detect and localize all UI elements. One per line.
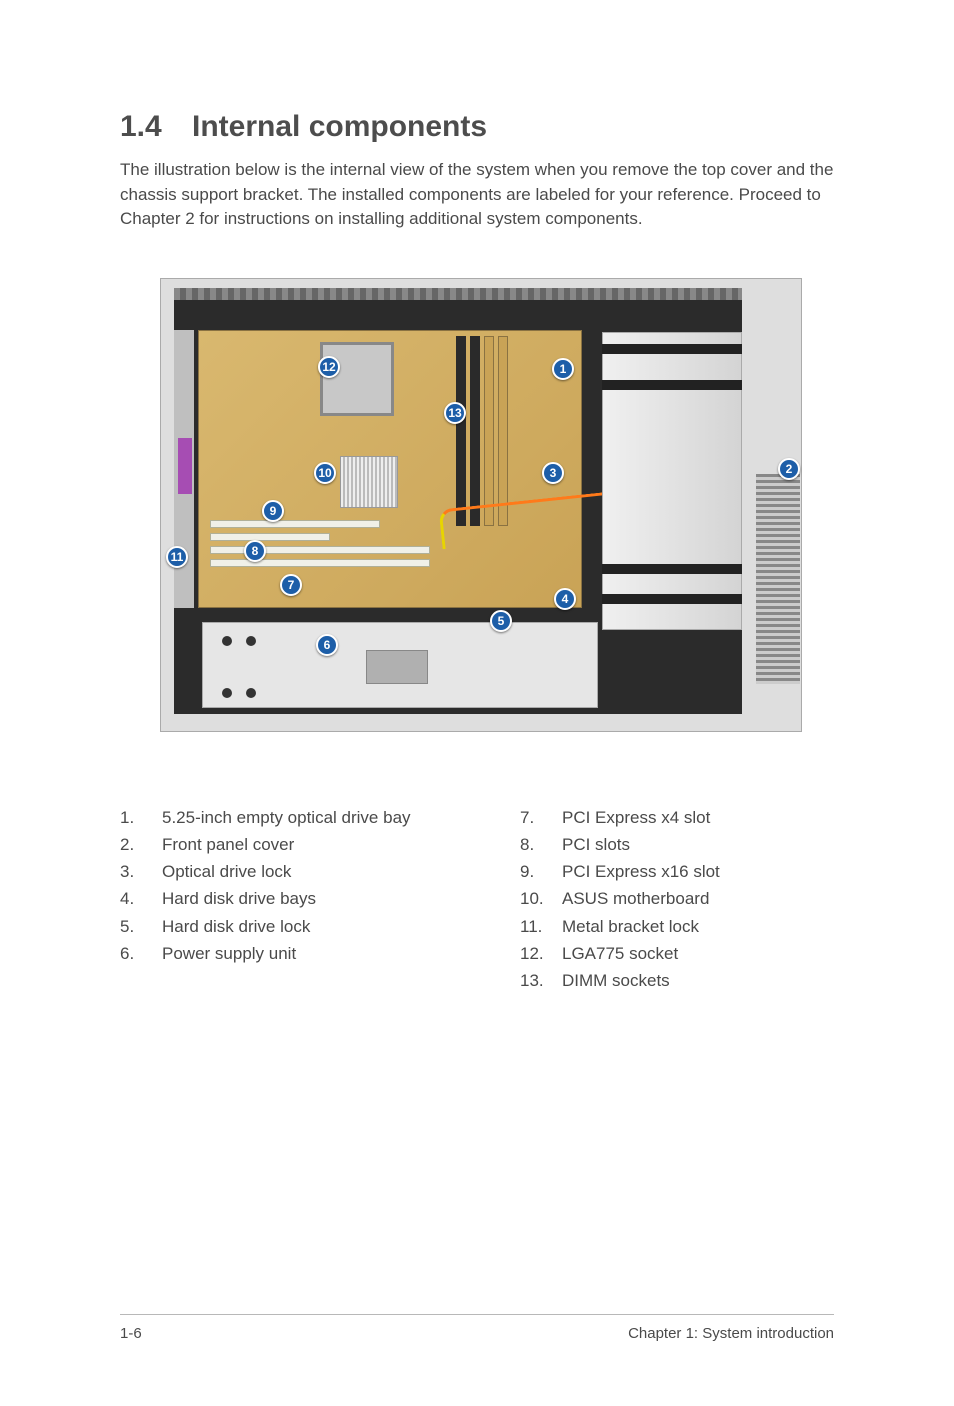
legend-num: 9.	[520, 858, 562, 885]
callout-7: 7	[280, 574, 302, 596]
legend-column-left: 1. 2. 3. 4. 5. 6. 5.25-inch empty optica…	[120, 804, 520, 994]
psu-connector	[366, 650, 428, 684]
dimm-slot	[470, 336, 480, 526]
legend-num: 4.	[120, 885, 162, 912]
callout-8: 8	[244, 540, 266, 562]
callout-13: 13	[444, 402, 466, 424]
component-legend: 1. 2. 3. 4. 5. 6. 5.25-inch empty optica…	[120, 804, 834, 994]
page-footer: 1-6 Chapter 1: System introduction	[120, 1314, 834, 1342]
optical-bay-slot	[602, 380, 742, 390]
legend-num: 5.	[120, 913, 162, 940]
legend-label: Hard disk drive lock	[162, 913, 411, 940]
legend-label: Optical drive lock	[162, 858, 411, 885]
chipset-heatsink	[340, 456, 398, 508]
legend-label: Power supply unit	[162, 940, 411, 967]
legend-labels-right: PCI Express x4 slot PCI slots PCI Expres…	[562, 804, 720, 994]
legend-label: Hard disk drive bays	[162, 885, 411, 912]
legend-numbers-right: 7. 8. 9. 10. 11. 12. 13.	[520, 804, 562, 994]
legend-num: 12.	[520, 940, 562, 967]
callout-9: 9	[262, 500, 284, 522]
dimm-slot	[484, 336, 494, 526]
legend-num: 13.	[520, 967, 562, 994]
internal-components-figure: 1 2 3 4 5 6 7 8 9 10 11 12 13	[160, 278, 802, 732]
hdd-bay-slot	[602, 594, 742, 604]
legend-label: 5.25-inch empty optical drive bay	[162, 804, 411, 831]
callout-4: 4	[554, 588, 576, 610]
legend-label: Front panel cover	[162, 831, 411, 858]
drive-cage	[602, 332, 742, 630]
pci-slot	[210, 559, 430, 567]
callout-10: 10	[314, 462, 336, 484]
front-panel-vent	[756, 474, 800, 684]
legend-num: 2.	[120, 831, 162, 858]
psu-mounting-hole	[222, 688, 232, 698]
pci-slot	[210, 533, 330, 541]
psu-mounting-hole	[246, 688, 256, 698]
heading-number: 1.4	[120, 110, 192, 144]
legend-num: 8.	[520, 831, 562, 858]
pci-slot	[210, 520, 380, 528]
rear-io-port	[178, 438, 192, 494]
legend-label: LGA775 socket	[562, 940, 720, 967]
legend-label: PCI Express x4 slot	[562, 804, 720, 831]
chapter-title: Chapter 1: System introduction	[628, 1325, 834, 1342]
legend-numbers-left: 1. 2. 3. 4. 5. 6.	[120, 804, 162, 994]
optical-bay-slot	[602, 344, 742, 354]
legend-num: 10.	[520, 885, 562, 912]
legend-label: DIMM sockets	[562, 967, 720, 994]
section-heading: 1.4Internal components	[120, 110, 834, 144]
heading-title: Internal components	[192, 110, 487, 143]
legend-num: 6.	[120, 940, 162, 967]
callout-1: 1	[552, 358, 574, 380]
dimm-slot	[456, 336, 466, 526]
legend-column-right: 7. 8. 9. 10. 11. 12. 13. PCI Express x4 …	[520, 804, 834, 994]
pci-slot	[210, 546, 430, 554]
legend-num: 7.	[520, 804, 562, 831]
callout-5: 5	[490, 610, 512, 632]
callout-2: 2	[778, 458, 800, 480]
legend-num: 3.	[120, 858, 162, 885]
legend-labels-left: 5.25-inch empty optical drive bay Front …	[162, 804, 411, 994]
callout-11: 11	[166, 546, 188, 568]
intro-paragraph: The illustration below is the internal v…	[120, 158, 834, 232]
callout-12: 12	[318, 356, 340, 378]
hdd-bay-slot	[602, 564, 742, 574]
dimm-slot	[498, 336, 508, 526]
legend-label: ASUS motherboard	[562, 885, 720, 912]
psu-mounting-hole	[246, 636, 256, 646]
legend-label: Metal bracket lock	[562, 913, 720, 940]
expansion-slot-area	[210, 520, 440, 600]
legend-num: 11.	[520, 913, 562, 940]
callout-3: 3	[542, 462, 564, 484]
psu-mounting-hole	[222, 636, 232, 646]
legend-label: PCI Express x16 slot	[562, 858, 720, 885]
cpu-socket	[320, 342, 394, 416]
callout-6: 6	[316, 634, 338, 656]
legend-num: 1.	[120, 804, 162, 831]
page-number: 1-6	[120, 1325, 142, 1342]
legend-label: PCI slots	[562, 831, 720, 858]
